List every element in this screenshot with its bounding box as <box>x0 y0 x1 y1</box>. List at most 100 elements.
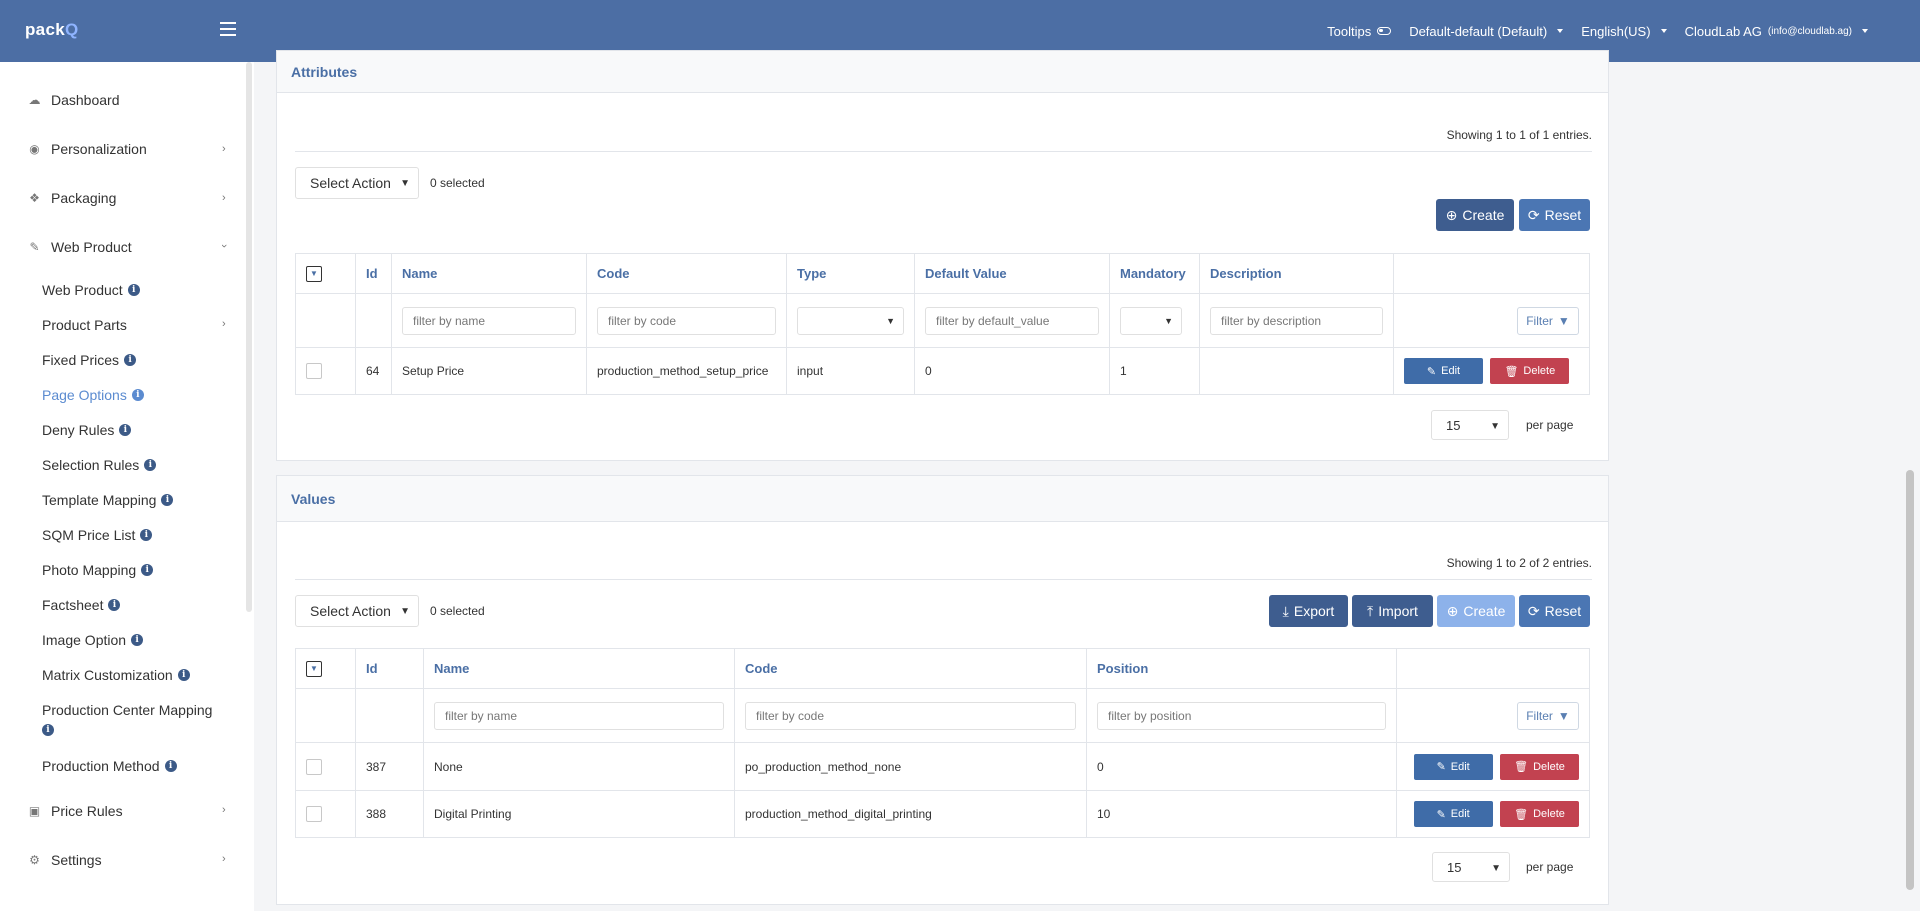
column-header-id[interactable]: Id <box>355 253 392 294</box>
chevron-right-icon: › <box>222 143 226 155</box>
reset-button[interactable]: ⟳ Reset <box>1519 595 1590 627</box>
account-dropdown[interactable]: CloudLab AG (info@cloudlab.ag) <box>1685 24 1868 39</box>
sidebar-subitem-deny-rules[interactable]: Deny Rules i <box>42 422 132 438</box>
info-icon[interactable]: i <box>131 634 144 646</box>
create-button[interactable]: ⊕ Create <box>1437 595 1515 627</box>
info-icon[interactable]: i <box>140 529 153 541</box>
logo-accent: Q <box>64 20 79 39</box>
export-button[interactable]: ⤓ Export <box>1269 595 1348 627</box>
row-checkbox[interactable] <box>306 806 322 822</box>
column-header-name[interactable]: Name <box>423 648 735 689</box>
info-icon[interactable]: i <box>164 760 177 772</box>
filter-name-input[interactable]: filter by name <box>434 701 724 730</box>
sidebar-item-settings[interactable]: ⚙ Settings <box>27 852 101 868</box>
select-all-checkbox[interactable]: ▼ <box>306 660 322 677</box>
page-scrollbar[interactable] <box>1906 470 1914 890</box>
sidebar-subitem-template-mapping[interactable]: Template Mapping i <box>42 492 174 508</box>
filter-row: filter by name filter by code ▼ filter b… <box>295 293 1590 348</box>
sidebar-scrollbar[interactable] <box>246 62 252 612</box>
info-icon[interactable]: i <box>119 424 132 436</box>
filter-code-input[interactable]: filter by code <box>597 306 776 335</box>
column-header-code[interactable]: Code <box>586 253 787 294</box>
edit-button[interactable]: ✎ Edit <box>1413 753 1493 780</box>
sidebar-subitem-photo-mapping[interactable]: Photo Mapping i <box>42 562 154 578</box>
chevron-down-icon: ▼ <box>886 315 895 326</box>
sidebar-item-dashboard[interactable]: ☁ Dashboard <box>27 92 120 108</box>
sidebar-item-web-product[interactable]: ✎ Web Product <box>27 239 131 255</box>
filter-name-input[interactable]: filter by name <box>402 306 576 335</box>
select-action-dropdown[interactable]: Select Action ▼ <box>295 167 419 199</box>
sidebar-subitem-image-option[interactable]: Image Option i <box>42 632 144 648</box>
edit-button[interactable]: ✎ Edit <box>1413 801 1493 827</box>
select-all-checkbox[interactable]: ▼ <box>306 265 322 282</box>
sidebar-item-label: Packaging <box>51 190 117 206</box>
column-header-name[interactable]: Name <box>391 253 587 294</box>
sidebar-item-label: Personalization <box>51 141 147 157</box>
filter-button[interactable]: Filter ▼ <box>1517 701 1579 730</box>
funnel-icon: ▼ <box>1557 708 1570 723</box>
delete-button[interactable]: 🗑 Delete <box>1500 801 1579 827</box>
sidebar-subitem-label: Production Center Mapping <box>42 702 213 718</box>
column-header-type[interactable]: Type <box>786 253 915 294</box>
info-icon[interactable]: i <box>131 389 144 401</box>
filter-default-value-input[interactable]: filter by default_value <box>925 306 1099 335</box>
eye-icon: ◉ <box>29 142 40 156</box>
column-header-code[interactable]: Code <box>734 648 1087 689</box>
per-page-select[interactable]: 15 ▼ <box>1431 410 1509 440</box>
column-header-mandatory[interactable]: Mandatory <box>1109 253 1200 294</box>
info-icon[interactable]: i <box>177 669 190 681</box>
info-icon[interactable]: i <box>124 354 137 366</box>
cell-id: 388 <box>355 790 424 838</box>
language-dropdown[interactable]: English(US) <box>1581 24 1667 39</box>
sidebar-subitem-selection-rules[interactable]: Selection Rules i <box>42 457 157 473</box>
delete-label: Delete <box>1533 760 1565 773</box>
column-header-actions <box>1396 648 1590 689</box>
column-header-default-value[interactable]: Default Value <box>914 253 1110 294</box>
tooltips-label: Tooltips <box>1327 23 1372 39</box>
info-icon[interactable]: i <box>141 564 154 576</box>
sidebar-subitem-sqm-price-list[interactable]: SQM Price List i <box>42 527 153 543</box>
row-checkbox[interactable] <box>306 363 322 379</box>
filter-position-input[interactable]: filter by position <box>1097 701 1386 730</box>
sidebar-subitem-page-options[interactable]: Page Options i <box>42 387 144 403</box>
account-email: (info@cloudlab.ag) <box>1767 25 1852 37</box>
reset-button[interactable]: ⟳ Reset <box>1519 199 1590 231</box>
sidebar-subitem-matrix-customization[interactable]: Matrix Customization i <box>42 667 190 683</box>
import-button[interactable]: ⤒ Import <box>1352 595 1433 627</box>
info-icon[interactable]: i <box>108 599 121 611</box>
sidebar-subitem-web-product[interactable]: Web Product i <box>42 282 140 298</box>
tooltips-toggle[interactable]: Tooltips <box>1327 23 1392 39</box>
sidebar-item-personalization[interactable]: ◉ Personalization <box>27 141 147 157</box>
delete-button[interactable]: 🗑 Delete <box>1490 358 1570 384</box>
divider <box>295 579 1592 580</box>
filter-mandatory-select[interactable]: ▼ <box>1120 306 1182 335</box>
logo[interactable]: packQ <box>25 20 78 40</box>
delete-button[interactable]: 🗑 Delete <box>1500 753 1579 780</box>
edit-button[interactable]: ✎ Edit <box>1404 358 1483 384</box>
create-button[interactable]: ⊕ Create <box>1436 199 1514 231</box>
filter-code-input[interactable]: filter by code <box>745 701 1076 730</box>
filter-type-select[interactable]: ▼ <box>797 306 904 335</box>
filter-button[interactable]: Filter ▼ <box>1517 306 1579 335</box>
sidebar-subitem-factsheet[interactable]: Factsheet i <box>42 597 121 613</box>
sidebar-subitem-production-center-mapping[interactable]: Production Center Mapping <box>42 702 212 718</box>
row-checkbox[interactable] <box>306 758 322 775</box>
per-page-select[interactable]: 15 ▼ <box>1432 852 1510 882</box>
sidebar-subitem-production-method[interactable]: Production Method i <box>42 758 177 774</box>
menu-toggle-icon[interactable] <box>220 22 236 36</box>
sidebar-item-packaging[interactable]: ❖ Packaging <box>27 190 116 206</box>
info-icon[interactable]: i <box>127 284 140 296</box>
info-icon[interactable]: i <box>42 724 54 736</box>
sidebar-subitem-fixed-prices[interactable]: Fixed Prices i <box>42 352 137 368</box>
info-icon[interactable]: i <box>144 459 157 471</box>
select-action-dropdown[interactable]: Select Action ▼ <box>295 595 419 627</box>
column-header-position[interactable]: Position <box>1086 648 1397 689</box>
column-header-id[interactable]: Id <box>355 648 424 689</box>
column-header-description[interactable]: Description <box>1199 253 1394 294</box>
sidebar-item-label: Dashboard <box>51 92 120 108</box>
sidebar-item-price-rules[interactable]: ▣ Price Rules <box>27 803 123 819</box>
filter-description-input[interactable]: filter by description <box>1210 306 1383 335</box>
store-dropdown[interactable]: Default-default (Default) <box>1409 24 1564 39</box>
info-icon[interactable]: i <box>161 494 174 506</box>
sidebar-subitem-product-parts[interactable]: Product Parts <box>42 317 127 333</box>
